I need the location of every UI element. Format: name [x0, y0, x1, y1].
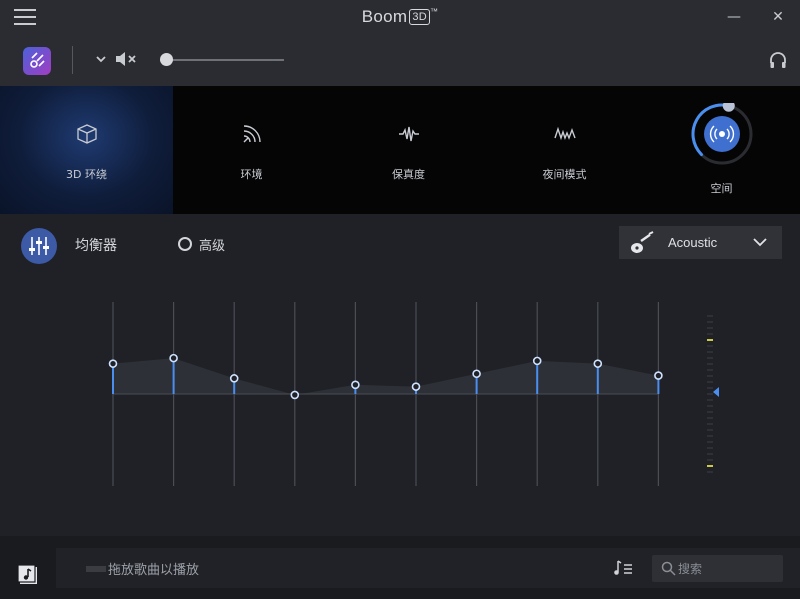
cube-icon [76, 124, 97, 144]
toolbar-separator [72, 46, 73, 74]
eq-band-knob[interactable] [472, 369, 481, 379]
mode-label: 空间 [710, 182, 733, 195]
app-title-brand: Boom [361, 7, 408, 26]
fidelity-icon [398, 126, 419, 142]
app-title: Boom 3D ™ [0, 7, 800, 27]
equalizer-title: 均衡器 [75, 238, 117, 254]
eq-band-knob[interactable] [108, 359, 118, 368]
title-bar: Boom 3D ™ — ✕ [0, 0, 800, 34]
eq-band-knob[interactable] [351, 380, 360, 390]
volume-slider-track[interactable] [160, 59, 284, 61]
volume-slider-knob[interactable] [160, 53, 173, 66]
eq-band-knob[interactable] [169, 353, 178, 363]
mode-label: 保真度 [392, 168, 425, 181]
headphones-icon[interactable] [769, 51, 787, 69]
equalizer-icon[interactable] [21, 228, 57, 264]
close-button[interactable]: ✕ [767, 6, 789, 28]
eq-band-knob[interactable] [532, 356, 542, 366]
mode-fidelity[interactable]: 保真度 [322, 86, 495, 214]
eq-band-knob[interactable] [411, 382, 421, 391]
gain-pointer[interactable] [713, 387, 719, 397]
chevron-down-icon [753, 238, 767, 247]
chevron-down-icon[interactable] [96, 54, 106, 64]
toolbar [0, 34, 800, 86]
playlist-icon[interactable] [613, 559, 633, 577]
eq-band-knob[interactable] [593, 359, 603, 368]
equalizer-graph [108, 302, 719, 486]
guitar-icon [631, 231, 654, 253]
minimize-button[interactable]: — [723, 6, 745, 28]
mode-label: 环境 [240, 168, 263, 181]
mode-label: 夜间模式 [542, 168, 587, 181]
mode-label: 3D 环绕 [66, 168, 107, 181]
search-input[interactable] [678, 558, 778, 579]
player-footer: 拖放歌曲以播放 [0, 536, 800, 599]
app-title-badge: 3D [409, 9, 430, 25]
album-art-icon[interactable] [17, 563, 39, 585]
eq-band-knob[interactable] [290, 390, 300, 400]
search-box[interactable] [652, 555, 783, 582]
eq-band-knob[interactable] [229, 374, 239, 383]
preset-dropdown[interactable]: Acoustic [619, 226, 782, 259]
effect-modes: 3D 环绕 环境 保真度 夜间模式 空间 [0, 86, 800, 214]
equalizer-panel: 均衡器 高级 Acoustic [0, 214, 800, 536]
night-mode-icon [553, 126, 576, 141]
mode-ambience[interactable]: 环境 [165, 86, 338, 214]
advanced-radio[interactable] [178, 237, 192, 251]
ambience-icon [243, 125, 261, 143]
drop-hint-text: 拖放歌曲以播放 [108, 563, 200, 578]
eq-band-knob[interactable] [654, 371, 663, 380]
mode-3d-surround[interactable]: 3D 环绕 [0, 86, 173, 214]
search-icon [661, 561, 676, 576]
eq-curve-fill [113, 358, 659, 395]
mute-icon[interactable] [114, 50, 140, 68]
spatial-knob[interactable] [722, 103, 735, 112]
spatial-dial[interactable] [691, 103, 753, 165]
app-icon[interactable] [23, 47, 51, 75]
mode-night[interactable]: 夜间模式 [478, 86, 651, 214]
trademark: ™ [429, 7, 439, 16]
advanced-label: 高级 [199, 239, 226, 254]
preset-value: Acoustic [668, 235, 718, 250]
drop-indicator [86, 566, 106, 572]
